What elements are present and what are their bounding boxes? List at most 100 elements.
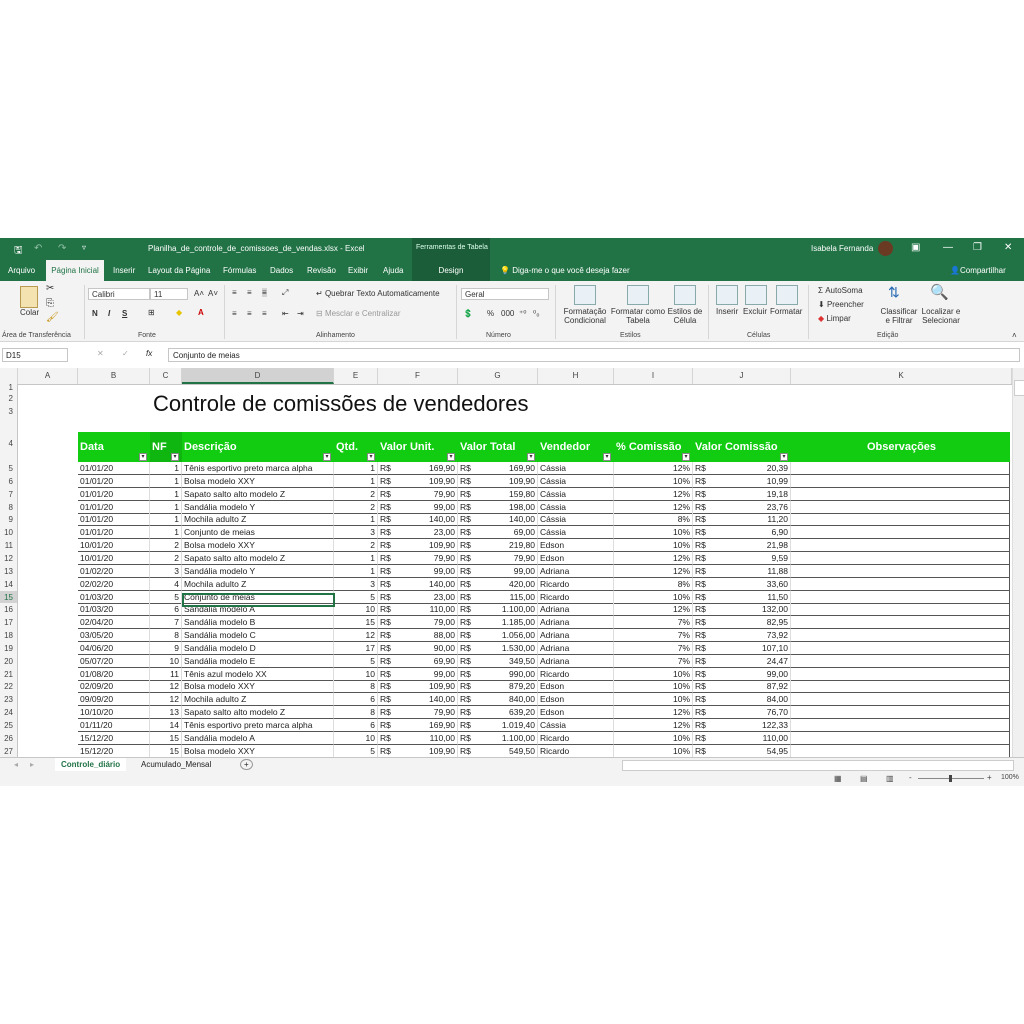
table-cell[interactable]: 21,98 bbox=[713, 539, 791, 553]
table-cell[interactable]: Cássia bbox=[538, 487, 614, 501]
ribbon-display-icon[interactable]: ▣ bbox=[911, 242, 920, 253]
table-cell[interactable]: 12 bbox=[334, 629, 378, 643]
row-header[interactable]: 3 bbox=[0, 407, 18, 416]
formula-input[interactable]: Conjunto de meias bbox=[168, 348, 1020, 362]
row-header[interactable]: 11 bbox=[0, 539, 18, 553]
table-cell[interactable]: Cássia bbox=[538, 500, 614, 514]
table-cell[interactable]: 1 bbox=[150, 513, 182, 527]
table-cell[interactable]: 169,90 bbox=[398, 719, 458, 732]
table-cell[interactable]: 01/01/20 bbox=[78, 500, 150, 514]
table-cell[interactable]: 15 bbox=[334, 616, 378, 630]
table-cell[interactable]: R$ bbox=[378, 616, 398, 630]
table-cell[interactable]: 3 bbox=[334, 526, 378, 540]
table-cell[interactable]: R$ bbox=[693, 513, 713, 527]
table-cell[interactable]: 10% bbox=[614, 474, 693, 488]
column-header[interactable]: G bbox=[458, 368, 538, 384]
row-header[interactable]: 8 bbox=[0, 500, 18, 514]
format-cells-button[interactable]: Formatar bbox=[770, 307, 802, 316]
tab-inserir[interactable]: Inserir bbox=[113, 266, 135, 275]
table-cell[interactable]: Cássia bbox=[538, 513, 614, 527]
table-cell[interactable]: 1 bbox=[334, 474, 378, 488]
table-cell[interactable]: Edson bbox=[538, 706, 614, 720]
table-cell[interactable]: R$ bbox=[458, 552, 478, 565]
table-cell[interactable]: 5 bbox=[150, 590, 182, 604]
prev-sheet-icon[interactable]: ◂ bbox=[14, 760, 18, 769]
table-header-cell[interactable]: Valor Unit. bbox=[378, 432, 458, 462]
orientation-icon[interactable]: ⤢ bbox=[282, 288, 288, 298]
table-cell[interactable]: 02/09/20 bbox=[78, 680, 150, 694]
table-cell[interactable]: R$ bbox=[693, 488, 713, 501]
table-cell[interactable]: R$ bbox=[693, 565, 713, 578]
table-cell[interactable]: 01/01/20 bbox=[78, 526, 150, 540]
table-cell[interactable]: 1 bbox=[334, 564, 378, 578]
format-as-table-icon[interactable] bbox=[627, 285, 649, 305]
worksheet-grid[interactable]: A B C D E F G H I J K 1 2 3 4 5 6 7 8 9 10 11 12 13 1… bbox=[0, 368, 1012, 757]
column-header[interactable]: E bbox=[334, 368, 378, 384]
table-cell[interactable]: 99,00 bbox=[398, 500, 458, 514]
column-header[interactable]: K bbox=[791, 368, 1012, 384]
table-cell[interactable]: R$ bbox=[458, 488, 478, 501]
table-cell[interactable]: 140,00 bbox=[398, 693, 458, 707]
font-color-icon[interactable]: A bbox=[198, 308, 204, 317]
table-cell[interactable]: Cássia bbox=[538, 526, 614, 540]
table-cell[interactable]: 10,99 bbox=[713, 474, 791, 488]
vertical-scrollbar[interactable] bbox=[1012, 368, 1024, 757]
table-cell[interactable] bbox=[791, 513, 1010, 527]
paste-button[interactable]: Colar bbox=[20, 308, 39, 317]
table-cell[interactable]: R$ bbox=[458, 475, 478, 488]
close-icon[interactable]: ✕ bbox=[1004, 242, 1012, 253]
table-cell[interactable]: R$ bbox=[378, 642, 398, 655]
table-cell[interactable]: 8 bbox=[334, 706, 378, 720]
tab-dados[interactable]: Dados bbox=[270, 266, 293, 275]
sort-filter-button[interactable]: Classificar e Filtrar bbox=[880, 307, 918, 325]
table-cell[interactable]: 7 bbox=[150, 616, 182, 630]
table-cell[interactable]: R$ bbox=[458, 578, 478, 591]
table-cell[interactable]: 1 bbox=[334, 462, 378, 475]
table-cell[interactable]: 01/01/20 bbox=[78, 474, 150, 488]
table-cell[interactable]: R$ bbox=[458, 591, 478, 604]
tab-pagina-inicial[interactable]: Página Inicial bbox=[46, 260, 104, 281]
table-cell[interactable]: 10% bbox=[614, 526, 693, 540]
table-header-cell[interactable]: Observações bbox=[791, 432, 1010, 462]
filter-dropdown-icon[interactable]: ▾ bbox=[323, 453, 331, 461]
table-cell[interactable]: 110,00 bbox=[398, 603, 458, 617]
table-cell[interactable]: R$ bbox=[378, 578, 398, 591]
enter-icon[interactable]: ✓ bbox=[122, 349, 129, 358]
table-cell[interactable]: 12 bbox=[150, 680, 182, 694]
table-cell[interactable]: Ricardo bbox=[538, 577, 614, 591]
table-cell[interactable]: 14 bbox=[150, 719, 182, 732]
table-cell[interactable]: R$ bbox=[458, 616, 478, 630]
undo-icon[interactable]: ↶ bbox=[34, 243, 42, 254]
table-cell[interactable] bbox=[791, 744, 1010, 757]
table-cell[interactable]: Tênis azul modelo XX bbox=[182, 667, 334, 681]
table-cell[interactable] bbox=[791, 603, 1010, 617]
table-cell[interactable]: Ricardo bbox=[538, 590, 614, 604]
table-cell[interactable] bbox=[791, 539, 1010, 553]
user-name[interactable]: Isabela Fernanda bbox=[811, 244, 873, 253]
table-cell[interactable]: 11,20 bbox=[713, 513, 791, 527]
table-cell[interactable]: 8% bbox=[614, 513, 693, 527]
table-cell[interactable]: R$ bbox=[378, 488, 398, 501]
table-cell[interactable]: R$ bbox=[458, 603, 478, 617]
table-cell[interactable]: 1 bbox=[150, 474, 182, 488]
delete-cells-button[interactable]: Excluir bbox=[743, 307, 767, 316]
row-header[interactable]: 17 bbox=[0, 616, 18, 630]
conditional-format-button[interactable]: Formatação Condicional bbox=[562, 307, 608, 325]
row-header[interactable]: 16 bbox=[0, 603, 18, 617]
tab-arquivo[interactable]: Arquivo bbox=[8, 266, 35, 275]
table-cell[interactable]: 115,00 bbox=[478, 590, 538, 604]
table-cell[interactable]: R$ bbox=[378, 475, 398, 488]
align-left-icon[interactable]: ≡ bbox=[232, 309, 237, 318]
row-header[interactable]: 18 bbox=[0, 629, 18, 643]
table-cell[interactable]: R$ bbox=[693, 616, 713, 630]
table-cell[interactable]: R$ bbox=[458, 680, 478, 694]
table-cell[interactable]: R$ bbox=[458, 526, 478, 540]
table-cell[interactable]: 90,00 bbox=[398, 641, 458, 655]
zoom-level[interactable]: 100% bbox=[1001, 774, 1019, 781]
row-header[interactable]: 1 bbox=[0, 384, 18, 392]
table-cell[interactable]: 10% bbox=[614, 693, 693, 707]
table-cell[interactable]: 1 bbox=[150, 462, 182, 475]
table-cell[interactable]: 109,90 bbox=[398, 744, 458, 757]
table-cell[interactable]: 33,60 bbox=[713, 577, 791, 591]
table-cell[interactable]: 12 bbox=[150, 693, 182, 707]
